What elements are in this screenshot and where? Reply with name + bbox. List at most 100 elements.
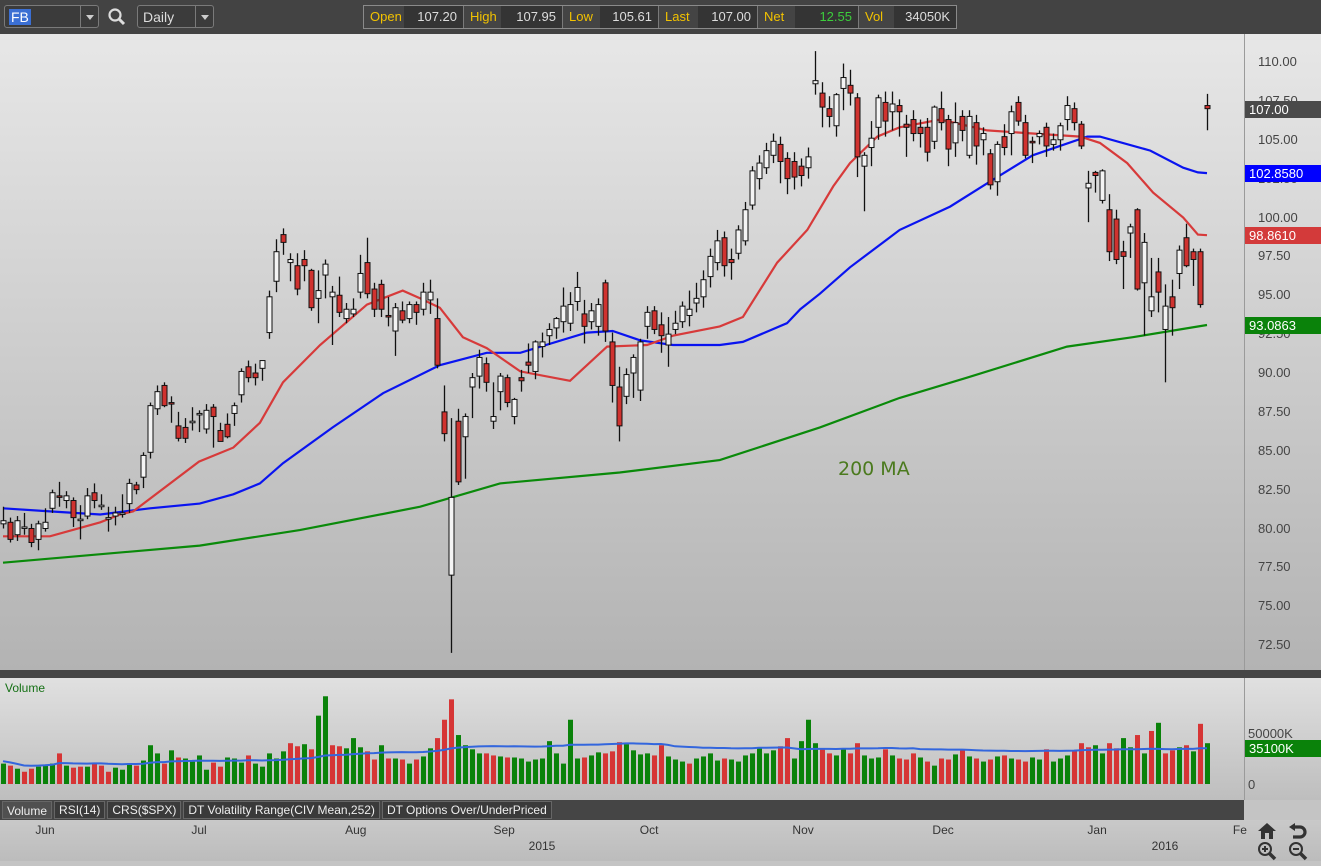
candle[interactable] <box>126 478 133 513</box>
candle[interactable] <box>77 505 84 540</box>
candle[interactable] <box>889 91 896 131</box>
candle[interactable] <box>882 91 889 137</box>
candle[interactable] <box>987 149 994 190</box>
candle[interactable] <box>196 410 203 433</box>
undo-icon[interactable] <box>1288 822 1308 840</box>
candle[interactable] <box>623 368 630 405</box>
candle[interactable] <box>854 93 861 178</box>
candle[interactable] <box>693 282 700 313</box>
candle[interactable] <box>763 142 770 174</box>
candle[interactable] <box>287 253 294 282</box>
candle[interactable] <box>315 270 322 324</box>
candle[interactable] <box>630 354 637 398</box>
candle[interactable] <box>497 373 504 411</box>
period-select[interactable]: Daily <box>137 5 214 28</box>
candle[interactable] <box>1001 124 1008 156</box>
candle[interactable] <box>1106 194 1113 262</box>
candle[interactable] <box>567 292 574 332</box>
chevron-down-icon[interactable] <box>195 6 213 27</box>
candle[interactable] <box>672 310 679 335</box>
candle[interactable] <box>84 488 91 520</box>
candle[interactable] <box>301 250 308 282</box>
candle[interactable] <box>231 402 238 426</box>
candle[interactable] <box>189 407 196 431</box>
candle[interactable] <box>1127 223 1134 258</box>
candle[interactable] <box>1141 233 1148 336</box>
candle[interactable] <box>637 338 644 401</box>
candle[interactable] <box>973 114 980 165</box>
candle[interactable] <box>588 303 595 330</box>
candle[interactable] <box>280 228 287 255</box>
candle[interactable] <box>861 152 868 212</box>
candle[interactable] <box>847 69 854 106</box>
candle[interactable] <box>721 231 728 277</box>
candle[interactable] <box>294 253 301 296</box>
candle[interactable] <box>1078 121 1085 150</box>
candle[interactable] <box>399 301 406 324</box>
candle[interactable] <box>378 279 385 318</box>
candle[interactable] <box>1029 136 1036 164</box>
candle[interactable] <box>966 110 973 159</box>
candle[interactable] <box>525 343 532 373</box>
candle[interactable] <box>70 497 77 527</box>
candle[interactable] <box>238 368 245 403</box>
candle[interactable] <box>812 51 819 95</box>
candle[interactable] <box>1148 257 1155 318</box>
tab-rsi[interactable]: RSI(14) <box>54 801 106 819</box>
candle[interactable] <box>546 323 553 346</box>
candle[interactable] <box>994 141 1001 196</box>
candle[interactable] <box>1113 209 1120 265</box>
candle[interactable] <box>21 512 28 535</box>
zoom-in-icon[interactable] <box>1257 841 1277 861</box>
candle[interactable] <box>903 114 910 157</box>
candle[interactable] <box>364 237 371 299</box>
candle[interactable] <box>952 102 959 157</box>
candle[interactable] <box>28 523 35 548</box>
candle[interactable] <box>959 110 966 142</box>
candle[interactable] <box>91 483 98 509</box>
candle[interactable] <box>462 413 469 479</box>
candle[interactable] <box>441 385 448 442</box>
candle[interactable] <box>413 301 420 325</box>
candle[interactable] <box>371 282 378 318</box>
search-icon[interactable] <box>107 7 127 27</box>
candle[interactable] <box>469 373 476 419</box>
candle[interactable] <box>217 422 224 442</box>
price-plot[interactable] <box>0 34 1244 670</box>
volume-panel[interactable]: Volume 50000K 35100K 0 <box>0 678 1321 800</box>
symbol-value[interactable]: FB <box>9 9 31 25</box>
candle[interactable] <box>980 127 987 156</box>
panel-divider[interactable] <box>0 670 1321 678</box>
candle[interactable] <box>609 332 616 403</box>
candle[interactable] <box>266 290 273 339</box>
candle[interactable] <box>7 517 14 543</box>
candle[interactable] <box>868 121 875 167</box>
candle[interactable] <box>938 91 945 131</box>
candle[interactable] <box>336 276 343 318</box>
candle[interactable] <box>714 229 721 271</box>
candle[interactable] <box>931 105 938 150</box>
candle[interactable] <box>203 404 210 434</box>
candle[interactable] <box>707 248 714 288</box>
candle[interactable] <box>385 296 392 327</box>
candle[interactable] <box>686 290 693 327</box>
candle[interactable] <box>910 110 917 142</box>
candle[interactable] <box>742 201 749 246</box>
candle[interactable] <box>224 413 231 439</box>
candle[interactable] <box>875 94 882 140</box>
candle[interactable] <box>1071 102 1078 131</box>
candle[interactable] <box>63 491 70 509</box>
candle[interactable] <box>777 136 784 184</box>
candle[interactable] <box>574 271 581 311</box>
candle[interactable] <box>154 385 161 415</box>
candle[interactable] <box>791 152 798 190</box>
candle[interactable] <box>805 147 812 179</box>
candle[interactable] <box>1162 284 1169 383</box>
candle[interactable] <box>350 298 357 318</box>
candle[interactable] <box>826 96 833 128</box>
candle[interactable] <box>448 418 455 653</box>
candle[interactable] <box>1183 223 1190 268</box>
candle[interactable] <box>0 506 7 529</box>
candle[interactable] <box>1197 248 1204 308</box>
candle[interactable] <box>840 63 847 111</box>
